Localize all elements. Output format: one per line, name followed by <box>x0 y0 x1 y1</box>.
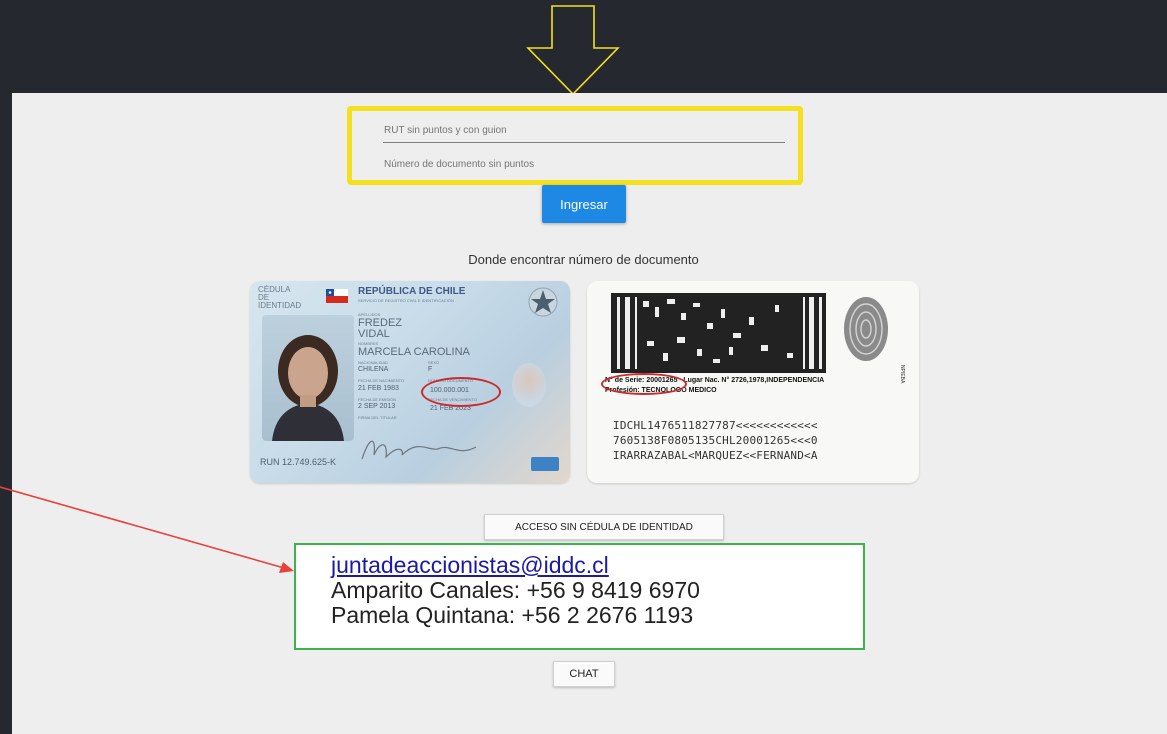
mrz-line-1: IDCHL1476511827787<<<<<<<<<<<< <box>613 419 818 432</box>
ghost-photo <box>512 363 546 407</box>
serial-highlight-oval <box>601 373 687 395</box>
rut-input[interactable] <box>383 119 785 143</box>
birth-place: Lugar Nac. N° 2726,1978,INDEPENDENCIA <box>683 377 825 384</box>
fecha-nacimiento-label: FECHA DE NACIMIENTO <box>358 378 405 383</box>
mrz-line-3: IRARRAZABAL<MARQUEZ<<FERNAND<A <box>613 449 818 462</box>
contact-amparito: Amparito Canales: +56 9 8419 6970 <box>331 577 700 603</box>
id-card-back-image: N° de Serie: 20001265 Lugar Nac. N° 2726… <box>587 281 919 483</box>
document-number-highlight-oval <box>421 377 501 407</box>
firma-label: FIRMA DEL TITULAR <box>358 415 397 420</box>
contact-pamela: Pamela Quintana: +56 2 2676 1193 <box>331 602 694 628</box>
ingresar-button[interactable]: Ingresar <box>542 185 626 223</box>
down-arrow-annotation-icon <box>526 5 620 96</box>
republica-label: REPÚBLICA DE CHILE <box>358 286 466 297</box>
chat-button[interactable]: CHAT <box>553 661 615 687</box>
mrz-line-2: 7605138F0805135CHL20001265<<<0 <box>613 434 818 447</box>
fingerprint-icon <box>844 297 888 361</box>
servicio-label: SERVICIO DE REGISTRO CIVIL E IDENTIFICAC… <box>358 298 454 303</box>
contact-email-link[interactable]: juntadeaccionistas@iddc.cl <box>331 553 863 578</box>
contact-info-box: juntadeaccionistas@iddc.cl Amparito Cana… <box>294 543 865 650</box>
nacionalidad-label: NACIONALIDAD <box>358 360 389 365</box>
document-help-title: Donde encontrar número de documento <box>468 252 699 267</box>
chile-flag-icon <box>326 289 348 303</box>
qr-barcode-icon <box>611 293 826 373</box>
run-value: RUN 12.749.625-K <box>260 457 337 467</box>
fecha-emision-value: 2 SEP 2013 <box>358 403 396 410</box>
apellido2-value: VIDAL <box>358 328 390 340</box>
signature-image <box>361 440 477 460</box>
side-code: NPIEBA <box>899 365 905 384</box>
fecha-nacimiento-value: 21 FEB 1983 <box>358 385 399 392</box>
sexo-value: F <box>428 366 433 373</box>
nacionalidad-value: CHILENA <box>358 366 389 373</box>
fecha-emision-label: FECHA DE EMISIÓN <box>358 397 397 402</box>
holder-photo <box>262 315 354 441</box>
nombres-value: MARCELA CAROLINA <box>358 346 470 358</box>
id-card-front-image: CÉDULA DE IDENTIDAD REPÚBLICA DE CHILE S… <box>250 281 570 483</box>
document-number-input[interactable] <box>383 152 785 176</box>
chip-icon <box>531 457 559 471</box>
sexo-label: SEXO <box>428 360 440 365</box>
acceso-sin-cedula-button[interactable]: ACCESO SIN CÉDULA DE IDENTIDAD <box>484 514 724 540</box>
star-seal-icon <box>528 287 558 317</box>
cedula-label: CÉDULA DE IDENTIDAD <box>258 285 302 310</box>
